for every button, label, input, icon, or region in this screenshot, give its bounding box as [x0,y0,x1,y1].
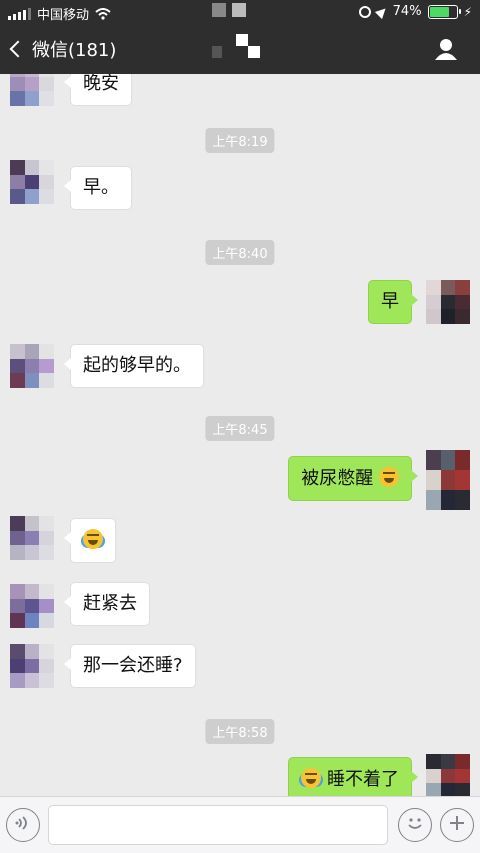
message-bubble-incoming[interactable]: 赶紧去 [64,582,150,626]
message-text: 赶紧去 [83,593,137,614]
message-text: 早。 [83,177,119,198]
emoji-button[interactable] [398,808,432,842]
status-mid-icons [212,3,246,17]
smiley-icon [404,812,426,839]
angry-face-icon [379,467,399,487]
chat-title-pixelated [208,34,268,64]
message-bubble-outgoing[interactable]: 早 [368,280,418,324]
message-bubble-outgoing[interactable]: 被尿憋醒 [288,456,418,501]
message-bubble-outgoing[interactable]: 睡不着了 [288,757,418,796]
status-bar: 中国移动 74% ⚡ [0,0,480,24]
timestamp: 上午8:19 [205,128,275,153]
battery-percent: 74% [392,4,422,19]
timestamp: 上午8:45 [205,416,275,441]
signal-icon [8,7,31,20]
avatar[interactable] [10,74,54,106]
person-icon[interactable] [434,38,458,60]
chevron-left-icon [9,40,27,58]
battery-icon [427,4,461,19]
avatar[interactable] [426,754,470,796]
pixelated-block [212,46,222,58]
avatar[interactable] [10,344,54,388]
add-button[interactable] [440,808,474,842]
header: 中国移动 74% ⚡ 微信(181) [0,0,480,74]
message-bubble-incoming[interactable]: 晚安 [64,74,132,106]
back-label: 微信(181) [32,40,117,61]
avatar[interactable] [426,280,470,324]
voice-button[interactable] [6,808,40,842]
timestamp: 上午8:40 [205,240,275,265]
laughing-tears-icon [83,529,103,549]
carrier-label: 中国移动 [37,8,90,23]
pixelated-block [236,34,248,46]
message-bubble-incoming[interactable]: 那一会还睡? [64,644,196,688]
charging-icon: ⚡ [463,4,472,19]
wifi-icon [95,7,111,20]
avatar[interactable] [10,644,54,688]
message-text: 被尿憋醒 [301,468,374,489]
message-bubble-incoming[interactable] [64,518,116,563]
chat-area[interactable]: 晚安 上午8:19 早。 上午8:40 早 起的够早的。 上午8:45 被尿憋醒 [0,74,480,796]
message-text: 睡不着了 [327,769,399,790]
pixelated-block [248,46,260,58]
avatar[interactable] [10,160,54,204]
laughing-tears-icon [301,768,322,788]
avatar[interactable] [426,450,470,510]
message-text: 那一会还睡? [83,655,183,676]
message-text: 起的够早的。 [83,355,191,376]
message-input[interactable] [48,805,388,845]
input-bar [0,796,480,853]
pixelated-icon [212,3,226,17]
status-left: 中国移动 [8,4,111,23]
message-text: 早 [381,291,399,312]
alarm-icon [358,5,371,18]
battery-fill [429,6,449,17]
plus-icon [448,814,466,837]
voice-icon [14,814,32,837]
avatar[interactable] [10,584,54,628]
message-bubble-incoming[interactable]: 早。 [64,166,132,210]
message-text: 晚安 [83,74,119,94]
status-right: 74% ⚡ [358,4,472,19]
location-icon [374,4,389,19]
navigation-bar: 微信(181) [0,24,480,74]
lock-rotation-icon [232,3,246,17]
timestamp: 上午8:58 [205,719,275,744]
avatar[interactable] [10,516,54,560]
back-button[interactable]: 微信(181) [9,36,117,62]
message-bubble-incoming[interactable]: 起的够早的。 [64,344,204,388]
